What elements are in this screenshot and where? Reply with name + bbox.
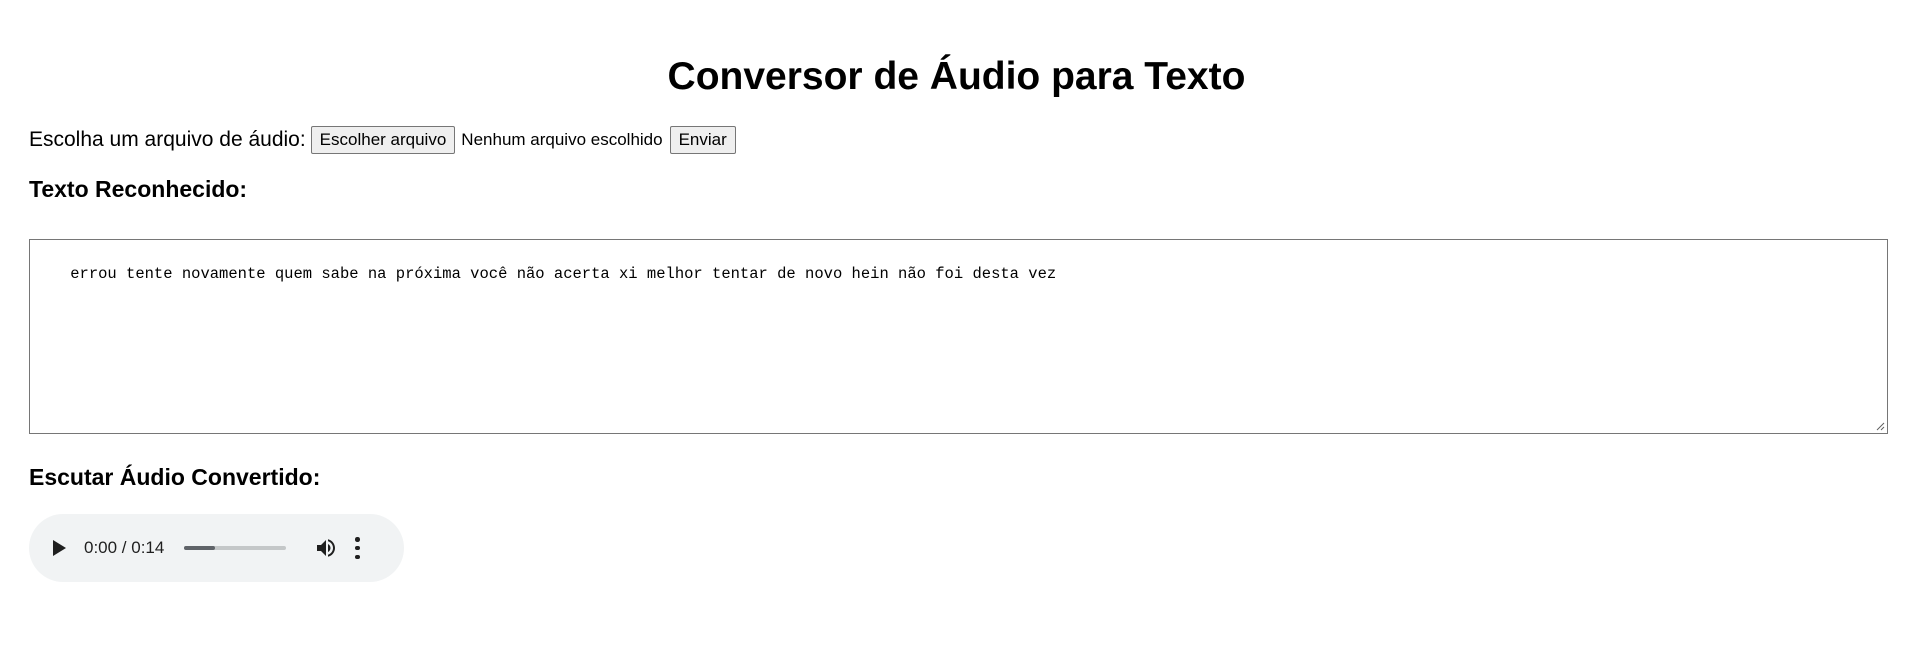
upload-form: Escolha um arquivo de áudio: Escolher ar… xyxy=(29,125,736,155)
progress-bar[interactable] xyxy=(184,546,287,550)
submit-button[interactable]: Enviar xyxy=(669,126,736,154)
resize-handle-icon[interactable] xyxy=(1875,421,1885,431)
audio-heading: Escutar Áudio Convertido: xyxy=(29,464,321,490)
time-display: 0:00 / 0:14 xyxy=(84,538,165,557)
volume-icon[interactable] xyxy=(314,536,338,560)
file-input-label: Escolha um arquivo de áudio: xyxy=(29,128,306,151)
recognized-text-heading: Texto Reconhecido: xyxy=(29,176,248,202)
play-icon[interactable] xyxy=(53,540,66,556)
progress-fill xyxy=(184,546,215,550)
page-title: Conversor de Áudio para Texto xyxy=(667,55,1246,98)
recognized-text-area[interactable]: errou tente novamente quem sabe na próxi… xyxy=(29,239,1888,434)
page: Conversor de Áudio para Texto Escolha um… xyxy=(0,0,1913,652)
more-vertical-icon[interactable] xyxy=(354,537,360,559)
audio-player: 0:00 / 0:14 xyxy=(29,514,404,582)
choose-file-button[interactable]: Escolher arquivo xyxy=(310,126,456,154)
recognized-text-content: errou tente novamente quem sabe na próxi… xyxy=(70,265,1057,283)
file-status-text: Nenhum arquivo escolhido xyxy=(461,130,663,149)
